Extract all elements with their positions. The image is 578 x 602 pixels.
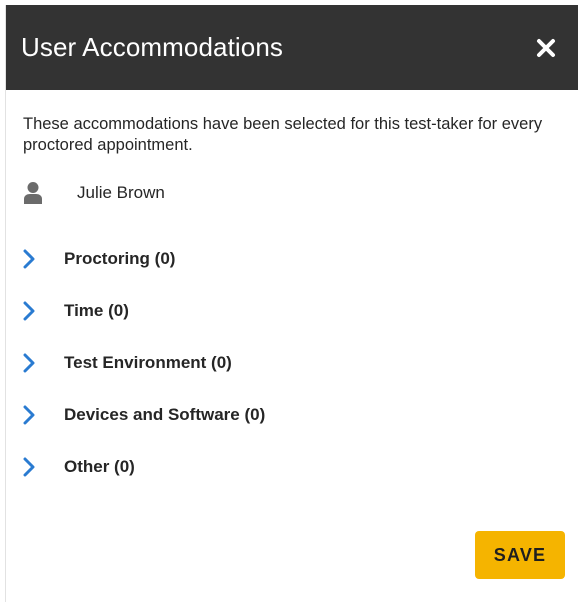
chevron-right-icon <box>23 300 43 322</box>
modal-header: User Accommodations <box>6 5 578 90</box>
accordion-item-proctoring[interactable]: Proctoring (0) <box>23 246 578 272</box>
close-icon <box>537 38 555 57</box>
accordion-item-label: Proctoring (0) <box>64 249 176 268</box>
accordion-item-time[interactable]: Time (0) <box>23 298 578 324</box>
chevron-right-icon <box>23 352 43 374</box>
save-button[interactable]: SAVE <box>475 531 565 579</box>
chevron-right-icon <box>23 456 43 478</box>
accordion-item-other[interactable]: Other (0) <box>23 454 578 480</box>
accordion-item-label: Devices and Software (0) <box>64 405 266 424</box>
accordion-item-label: Other (0) <box>64 457 135 476</box>
accordion-item-label: Time (0) <box>64 301 129 320</box>
accordion-item-test-environment[interactable]: Test Environment (0) <box>23 350 578 376</box>
user-row: Julie Brown <box>22 180 578 206</box>
user-name: Julie Brown <box>77 183 165 202</box>
accordion-item-devices-and-software[interactable]: Devices and Software (0) <box>23 402 578 428</box>
user-icon <box>22 180 44 206</box>
accordion-item-label: Test Environment (0) <box>64 353 232 372</box>
chevron-right-icon <box>23 404 43 426</box>
accommodations-accordion: Proctoring (0) Time (0) Test Environment… <box>23 246 578 480</box>
chevron-right-icon <box>23 248 43 270</box>
modal-title: User Accommodations <box>21 32 284 62</box>
modal-description: These accommodations have been selected … <box>23 115 543 154</box>
user-accommodations-modal: User Accommodations These accommodations… <box>5 5 578 602</box>
close-button[interactable] <box>534 36 558 60</box>
